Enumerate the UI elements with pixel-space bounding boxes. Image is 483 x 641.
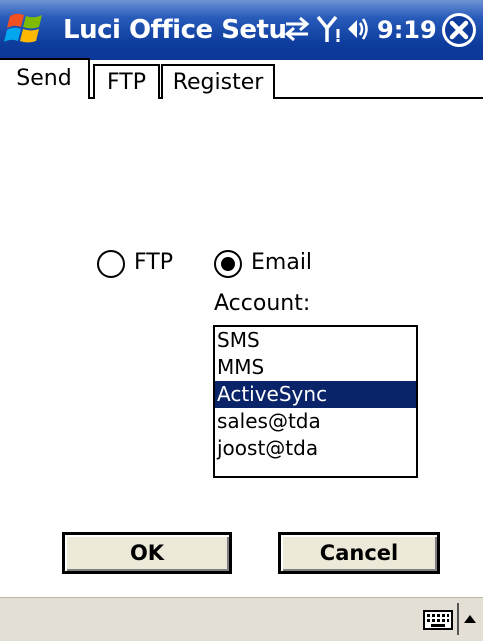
email-radio-label[interactable]: Email: [251, 249, 312, 277]
up-arrow-icon[interactable]: [463, 612, 477, 626]
list-item-sales[interactable]: sales@tda: [215, 408, 416, 435]
email-radio[interactable]: [214, 250, 242, 278]
tab-ftp[interactable]: FTP: [93, 64, 160, 99]
cancel-button[interactable]: Cancel: [278, 532, 440, 574]
account-listbox[interactable]: SMS MMS ActiveSync sales@tda joost@tda: [213, 325, 418, 478]
close-icon[interactable]: [441, 12, 477, 48]
radio-selected-dot: [221, 257, 235, 271]
list-item-sms[interactable]: SMS: [215, 327, 416, 354]
speaker-icon[interactable]: [346, 14, 372, 44]
ftp-radio-label[interactable]: FTP: [134, 249, 173, 277]
account-label: Account:: [214, 291, 311, 316]
list-item-activesync[interactable]: ActiveSync: [215, 381, 416, 408]
list-item-mms[interactable]: MMS: [215, 354, 416, 381]
clock-time: 9:19: [377, 16, 437, 44]
ftp-radio[interactable]: [97, 250, 125, 278]
sync-arrows-icon[interactable]: [282, 14, 312, 44]
list-item-joost[interactable]: joost@tda: [215, 435, 416, 462]
tab-send[interactable]: Send: [0, 58, 90, 101]
tab-register[interactable]: Register: [161, 64, 275, 99]
app-title: Luci Office Setu: [63, 15, 287, 45]
ok-button[interactable]: OK: [62, 532, 232, 574]
menu-bar: [0, 597, 483, 641]
windows-flag-icon[interactable]: [4, 8, 50, 48]
sip-divider: [457, 603, 459, 635]
signal-antenna-icon[interactable]: [316, 14, 342, 44]
keyboard-icon[interactable]: [423, 610, 453, 630]
